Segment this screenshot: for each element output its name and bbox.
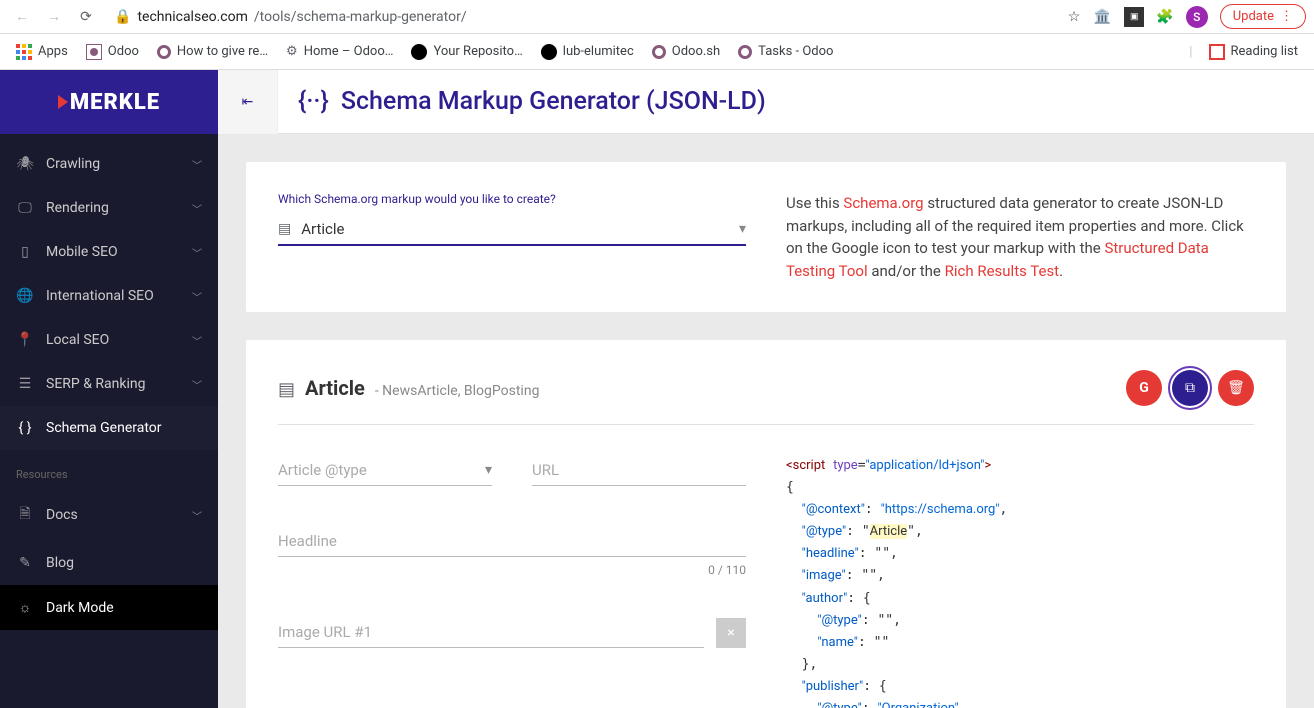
main-content: ⇤ {··} Schema Markup Generator (JSON-LD)… [218,70,1314,708]
resources-heading: Resources [0,450,218,489]
copy-button[interactable]: ⧉ [1172,370,1208,406]
code-preview: <script type="application/ld+json"> { "@… [786,455,1254,708]
article-type-placeholder: Article @type [278,461,485,479]
pin-icon: 📍 [16,332,34,348]
code-braces-icon: {··} [298,87,329,116]
bookmark-repo[interactable]: Your Reposito… [403,40,530,64]
collapse-sidebar-button[interactable]: ⇤ [218,70,278,134]
reading-list-icon [1209,44,1225,60]
url-bar[interactable]: 🔒 technicalseo.com/tools/schema-markup-g… [104,9,1064,25]
intro-card: Which Schema.org markup would you like t… [246,162,1286,312]
webpage-icon: ▤ [278,221,291,237]
topbar: ⇤ {··} Schema Markup Generator (JSON-LD) [218,70,1314,134]
extension-icon-1[interactable]: 🏛️ [1092,7,1112,27]
profile-avatar[interactable]: S [1186,6,1208,28]
list-icon: ☰ [16,376,34,392]
article-card: ▤ Article - NewsArticle, BlogPosting G ⧉… [246,340,1286,708]
schema-org-link[interactable]: Schema.org [843,194,923,212]
sidebar-item-schema[interactable]: { }Schema Generator [0,406,218,450]
bookmark-odoosh[interactable]: Odoo.sh [644,40,728,63]
rich-results-link[interactable]: Rich Results Test [945,262,1060,280]
odoo-circle-icon [157,45,171,59]
docs-icon: 🗎 [16,503,34,527]
bug-icon: 🕷 [16,156,34,172]
url-host: technicalseo.com [137,9,247,25]
reload-button[interactable]: ⟳ [72,3,100,31]
apps-label: Apps [38,44,68,59]
star-icon[interactable]: ☆ [1068,9,1081,25]
intro-description: Use this Schema.org structured data gene… [786,192,1254,282]
chevron-down-icon: ﹀ [192,201,202,216]
url-path: /tools/schema-markup-generator/ [254,9,467,25]
url-input[interactable] [532,455,746,486]
chevron-down-icon: ﹀ [192,157,202,172]
delete-button[interactable]: 🗑 [1218,370,1254,406]
github-icon [541,44,557,60]
chevron-down-icon: ﹀ [192,508,202,523]
gear-icon: ⚙ [286,44,298,59]
lock-icon: 🔒 [114,9,131,25]
sidebar-item-blog[interactable]: ✎Blog [0,541,218,585]
test-google-button[interactable]: G [1126,370,1162,406]
browser-toolbar: ← → ⟳ 🔒 technicalseo.com/tools/schema-ma… [0,0,1314,34]
bookmark-tasks[interactable]: Tasks - Odoo [730,40,841,63]
pencil-icon: ✎ [16,555,34,571]
chevron-down-icon: ﹀ [192,289,202,304]
headline-input[interactable] [278,526,746,557]
logo-text: MERKLE [58,90,160,115]
webpage-icon: ▤ [278,379,295,400]
remove-image-button[interactable]: × [716,618,746,648]
bookmark-home-odoo[interactable]: ⚙Home – Odoo… [278,40,401,63]
dropdown-arrow-icon: ▾ [485,462,492,478]
sidebar-item-crawling[interactable]: 🕷Crawling﹀ [0,142,218,186]
odoo-icon [86,44,102,60]
schema-select-label: Which Schema.org markup would you like t… [278,192,746,206]
back-button[interactable]: ← [8,3,36,31]
extensions-puzzle-icon[interactable]: 🧩 [1156,9,1173,25]
sidebar-item-darkmode[interactable]: ☼Dark Mode [0,585,218,630]
form-column: Article @type ▾ 0 / 110 × [278,455,746,708]
divider: | [1189,44,1192,60]
odoo-circle-icon [652,45,666,59]
github-icon [411,44,427,60]
schema-selected-value: Article [301,220,729,238]
globe-icon: 🌐 [16,288,34,304]
dropdown-arrow-icon: ▾ [739,221,746,237]
sidebar-item-international[interactable]: 🌐International SEO﹀ [0,274,218,318]
page-title: {··} Schema Markup Generator (JSON-LD) [278,87,786,116]
sidebar-item-local[interactable]: 📍Local SEO﹀ [0,318,218,362]
image-url-input[interactable] [278,617,704,648]
bookmark-odoo[interactable]: Odoo [78,40,147,64]
apps-icon [16,44,32,60]
monitor-icon: 🖵 [16,200,34,216]
sidebar-item-docs[interactable]: 🗎Docs﹀ [0,489,218,541]
more-icon: ⋮ [1280,9,1293,24]
bookmark-howto[interactable]: How to give re… [149,40,276,63]
sidebar: MERKLE 🕷Crawling﹀ 🖵Rendering﹀ ▯Mobile SE… [0,70,218,708]
chevron-down-icon: ﹀ [192,333,202,348]
chevron-down-icon: ﹀ [192,245,202,260]
sidebar-item-serp[interactable]: ☰SERP & Ranking﹀ [0,362,218,406]
forward-button[interactable]: → [40,3,68,31]
headline-char-count: 0 / 110 [278,563,746,577]
sidebar-item-mobile[interactable]: ▯Mobile SEO﹀ [0,230,218,274]
update-button[interactable]: Update ⋮ [1220,4,1306,29]
article-type-field[interactable]: Article @type ▾ [278,455,492,486]
extension-icon-2[interactable]: ▣ [1124,7,1144,27]
reading-list-button[interactable]: Reading list [1201,40,1306,64]
schema-select[interactable]: ▤ Article ▾ [278,214,746,246]
chevron-down-icon: ﹀ [192,377,202,392]
bookmark-lub[interactable]: lub-elumitec [533,40,642,64]
update-label: Update [1233,9,1274,24]
mobile-icon: ▯ [16,244,34,260]
code-icon: { } [16,420,34,436]
article-heading: ▤ Article - NewsArticle, BlogPosting [278,376,539,400]
odoo-circle-icon [738,45,752,59]
logo[interactable]: MERKLE [0,70,218,134]
sun-icon: ☼ [16,599,34,616]
sidebar-item-rendering[interactable]: 🖵Rendering﹀ [0,186,218,230]
apps-button[interactable]: Apps [8,40,76,64]
bookmark-bar: Apps Odoo How to give re… ⚙Home – Odoo… … [0,34,1314,70]
